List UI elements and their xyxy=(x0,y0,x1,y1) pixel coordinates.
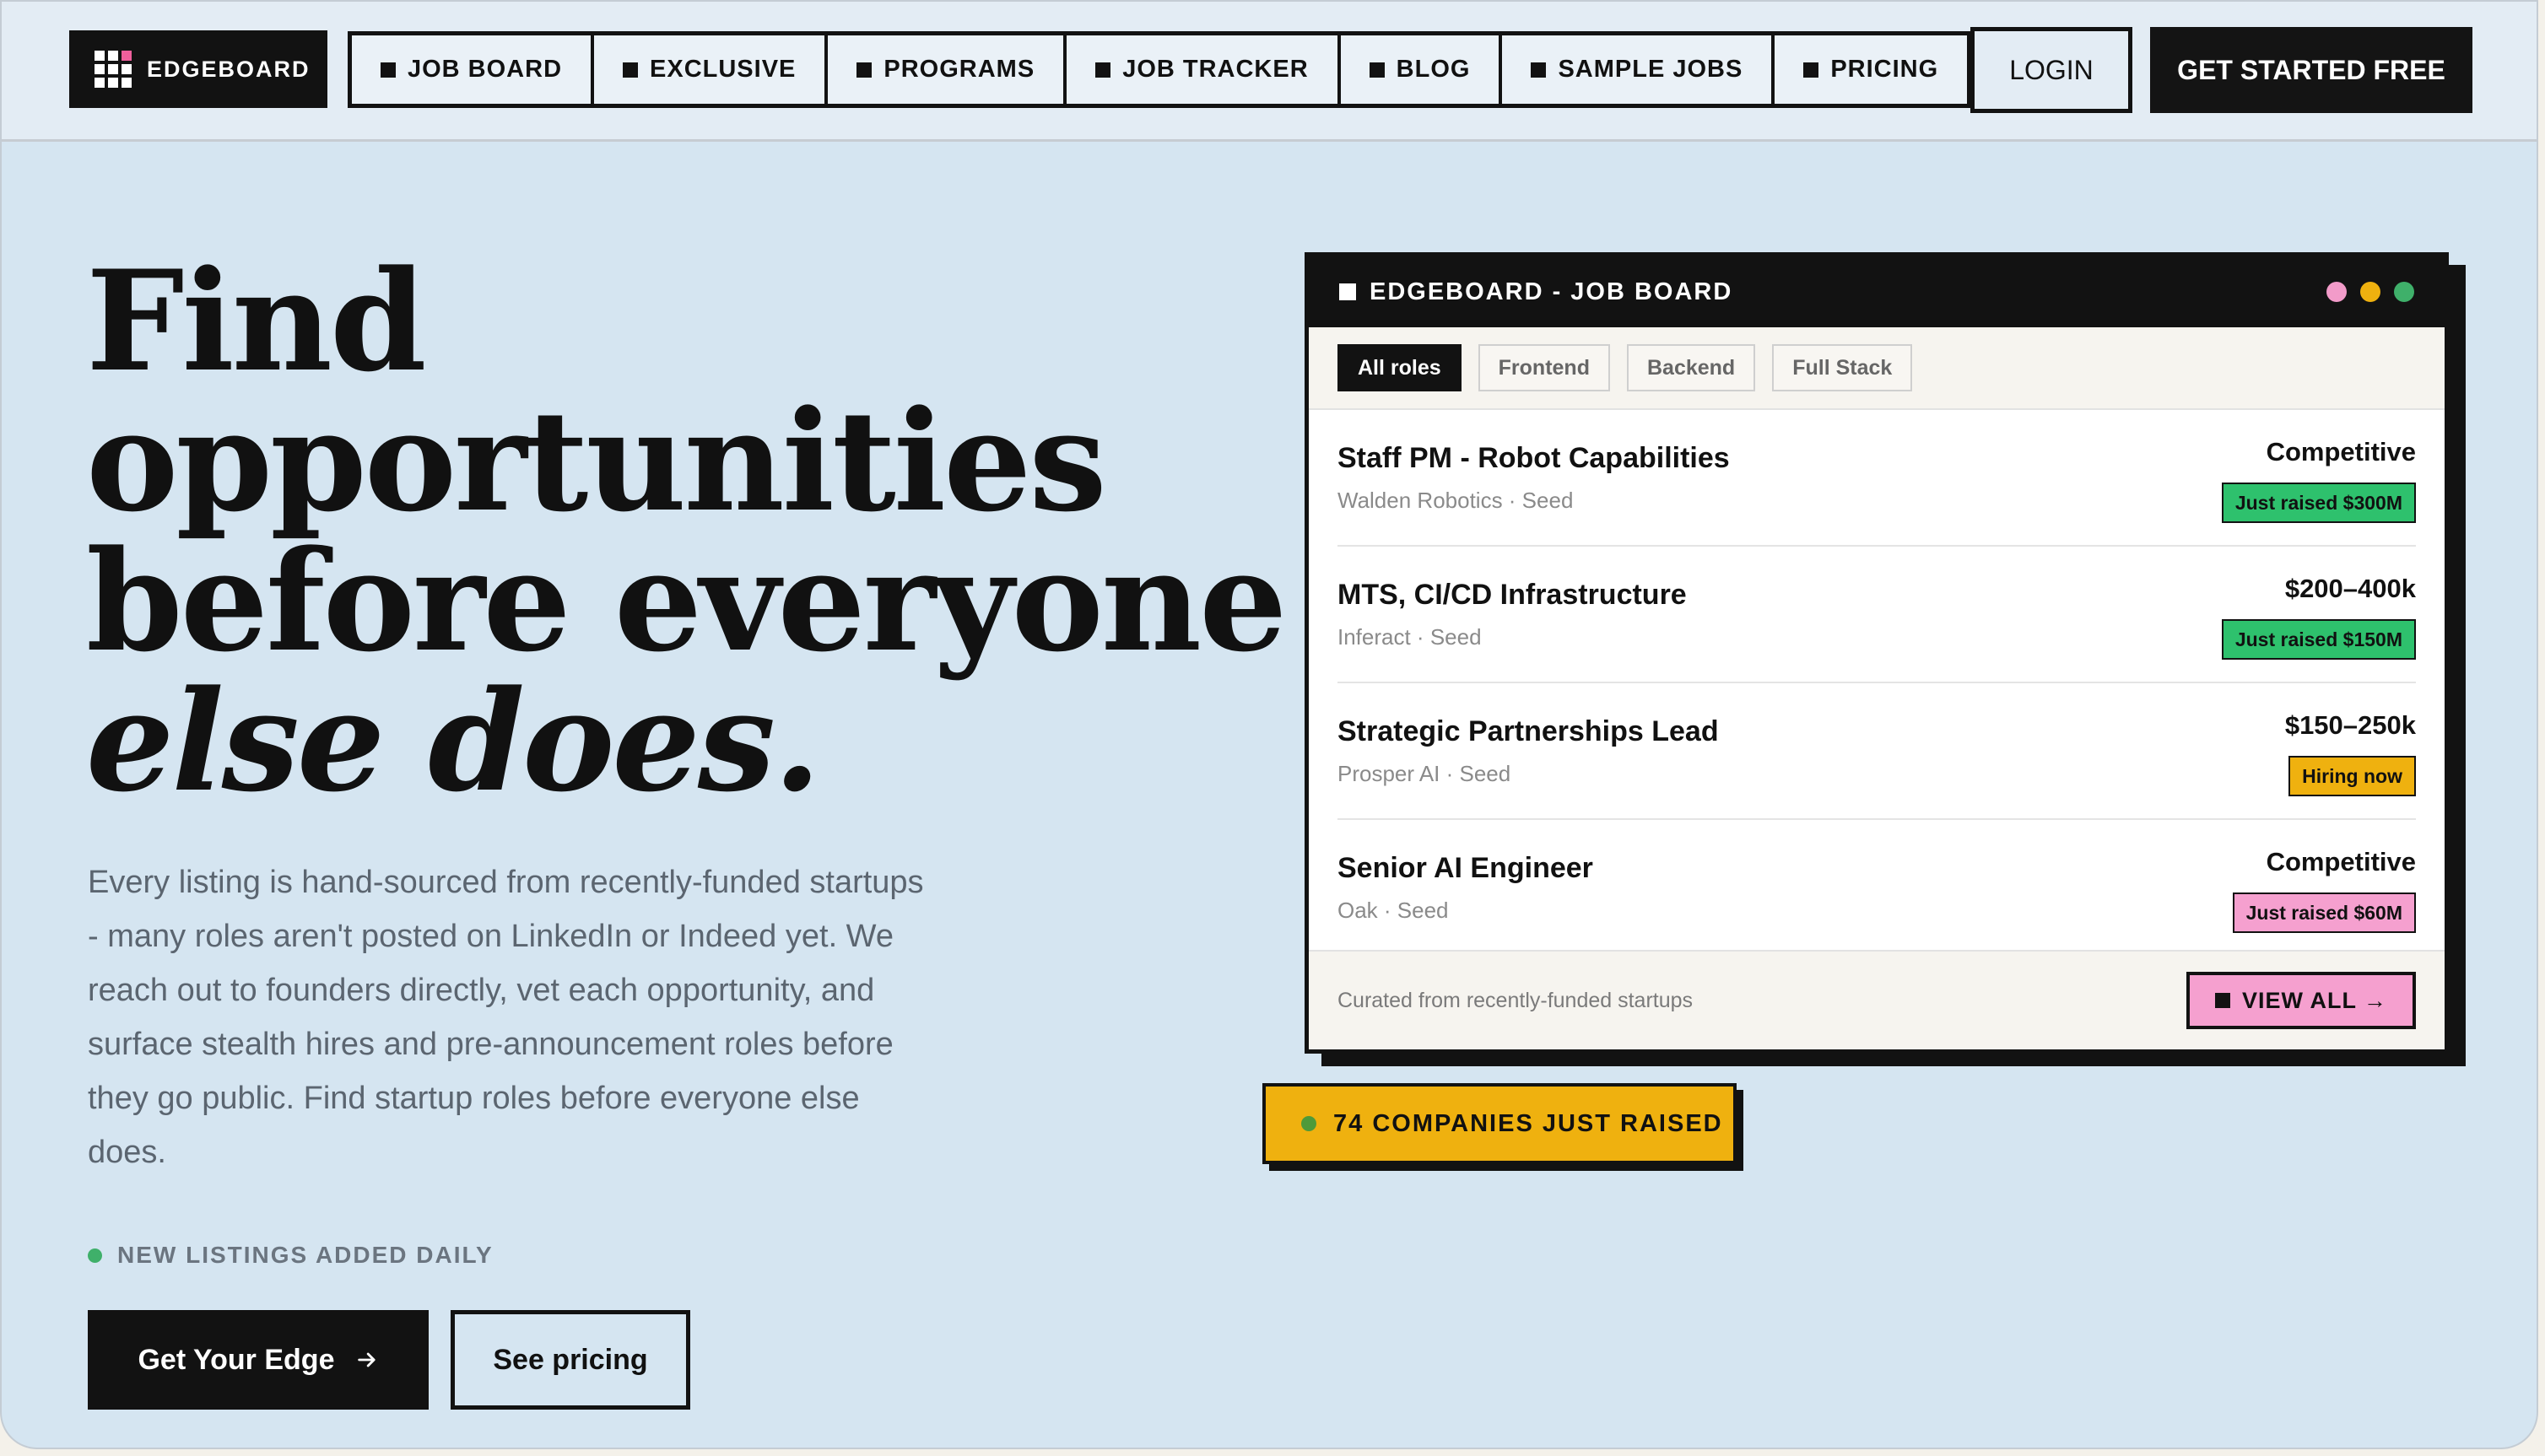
card-footer: Curated from recently-funded startups VI… xyxy=(1309,950,2445,1049)
square-bullet-icon xyxy=(2215,993,2230,1008)
headline-line: opportunities xyxy=(86,380,1107,542)
headline-line: before everyone xyxy=(86,520,1287,682)
square-bullet-icon xyxy=(1531,62,1547,78)
filter-frontend[interactable]: Frontend xyxy=(1478,344,1610,391)
view-all-label: VIEW ALL → xyxy=(2242,987,2387,1013)
window-dot-green-icon xyxy=(2394,282,2414,302)
square-bullet-icon xyxy=(381,62,396,78)
job-board-card: EDGEBOARD - JOB BOARD All roles Frontend… xyxy=(1305,252,2449,1054)
job-company: Inferact · Seed xyxy=(1337,624,1482,650)
job-title: Strategic Partnerships Lead xyxy=(1337,715,1719,747)
job-company: Walden Robotics · Seed xyxy=(1337,488,1574,513)
nav-item-label: PROGRAMS xyxy=(883,56,1035,83)
hero-headline: Find opportunities before everyone else … xyxy=(86,240,1287,822)
funding-badge: Just raised $150M xyxy=(2221,619,2416,660)
job-title: Staff PM - Robot Capabilities xyxy=(1337,442,1730,474)
new-listings-label: NEW LISTINGS ADDED DAILY xyxy=(117,1242,494,1268)
companies-raised-badge: 74 COMPANIES JUST RAISED xyxy=(1262,1083,1737,1164)
window-dot-pink-icon xyxy=(2326,282,2347,302)
job-list: Staff PM - Robot Capabilities Walden Rob… xyxy=(1309,410,2445,957)
nav-item-pricing[interactable]: PRICING xyxy=(1775,35,1967,104)
filter-all-roles[interactable]: All roles xyxy=(1337,344,1462,391)
nav-item-exclusive[interactable]: EXCLUSIVE xyxy=(594,35,829,104)
status-dot-icon xyxy=(88,1248,102,1263)
page-frame: EDGEBOARD JOB BOARD EXCLUSIVE PROGRAMS J… xyxy=(0,0,2538,1449)
nav-item-sample-jobs[interactable]: SAMPLE JOBS xyxy=(1502,35,1775,104)
companies-raised-label: 74 COMPANIES JUST RAISED xyxy=(1333,1109,1723,1137)
funding-badge: Just raised $300M xyxy=(2221,483,2416,523)
curated-note: Curated from recently-funded startups xyxy=(1337,988,1694,1012)
see-pricing-button[interactable]: See pricing xyxy=(451,1310,690,1410)
nav-item-label: PRICING xyxy=(1830,56,1939,83)
brand-logo[interactable]: EDGEBOARD xyxy=(69,30,327,108)
top-nav: EDGEBOARD JOB BOARD EXCLUSIVE PROGRAMS J… xyxy=(2,2,2537,142)
window-controls xyxy=(2326,282,2414,302)
get-started-button[interactable]: GET STARTED FREE xyxy=(2150,27,2472,113)
square-bullet-icon xyxy=(1095,62,1111,78)
job-pay: Competitive xyxy=(2266,847,2416,876)
nav-item-label: BLOG xyxy=(1396,56,1471,83)
nav-item-label: SAMPLE JOBS xyxy=(1558,56,1743,83)
nav-item-blog[interactable]: BLOG xyxy=(1341,35,1503,104)
card-header: EDGEBOARD - JOB BOARD xyxy=(1309,256,2445,327)
job-row[interactable]: Strategic Partnerships Lead Prosper AI ·… xyxy=(1337,683,2416,820)
hiring-badge: Hiring now xyxy=(2288,756,2416,796)
square-bullet-icon xyxy=(623,62,639,78)
square-bullet-icon xyxy=(1803,62,1819,78)
arrow-right-icon xyxy=(357,1352,376,1367)
nav-item-label: EXCLUSIVE xyxy=(650,56,797,83)
role-filters: All roles Frontend Backend Full Stack xyxy=(1309,327,2445,410)
job-row[interactable]: Staff PM - Robot Capabilities Walden Rob… xyxy=(1337,410,2416,547)
job-row[interactable]: MTS, CI/CD Infrastructure Inferact · See… xyxy=(1337,547,2416,683)
job-pay: $150–250k xyxy=(2284,710,2416,740)
headline-italic-line: else does. xyxy=(86,660,821,822)
brand-name: EDGEBOARD xyxy=(147,56,311,82)
login-button[interactable]: LOGIN xyxy=(1970,27,2132,113)
square-bullet-icon xyxy=(856,62,873,78)
nav-item-job-board[interactable]: JOB BOARD xyxy=(352,35,595,104)
window-dot-yellow-icon xyxy=(2360,282,2380,302)
get-your-edge-label: Get Your Edge xyxy=(138,1343,335,1376)
nav-item-programs[interactable]: PROGRAMS xyxy=(828,35,1067,104)
job-row[interactable]: Senior AI Engineer Oak · Seed Competitiv… xyxy=(1337,820,2416,957)
job-title: Senior AI Engineer xyxy=(1337,852,1593,884)
nav-item-job-tracker[interactable]: JOB TRACKER xyxy=(1067,35,1341,104)
grid-logo-icon xyxy=(95,51,132,88)
nav-item-label: JOB TRACKER xyxy=(1122,56,1309,83)
headline-line: Find xyxy=(86,240,427,402)
job-pay: Competitive xyxy=(2266,437,2416,466)
hero-description: Every listing is hand-sourced from recen… xyxy=(88,865,924,1170)
get-your-edge-button[interactable]: Get Your Edge xyxy=(88,1310,429,1410)
status-dot-icon xyxy=(1301,1116,1316,1131)
view-all-button[interactable]: VIEW ALL → xyxy=(2186,972,2416,1029)
square-bullet-icon xyxy=(1339,283,1356,300)
job-company: Prosper AI · Seed xyxy=(1337,761,1511,786)
nav-menu: JOB BOARD EXCLUSIVE PROGRAMS JOB TRACKER… xyxy=(348,31,1972,108)
card-title: EDGEBOARD - JOB BOARD xyxy=(1370,278,1733,305)
filter-full-stack[interactable]: Full Stack xyxy=(1772,344,1913,391)
new-listings-indicator: NEW LISTINGS ADDED DAILY xyxy=(88,1242,494,1269)
filter-backend[interactable]: Backend xyxy=(1626,344,1756,391)
nav-item-label: JOB BOARD xyxy=(408,56,563,83)
job-title: MTS, CI/CD Infrastructure xyxy=(1337,579,1687,611)
job-pay: $200–400k xyxy=(2284,574,2416,603)
funding-badge: Just raised $60M xyxy=(2232,892,2416,933)
job-company: Oak · Seed xyxy=(1337,898,1449,923)
square-bullet-icon xyxy=(1369,62,1385,78)
